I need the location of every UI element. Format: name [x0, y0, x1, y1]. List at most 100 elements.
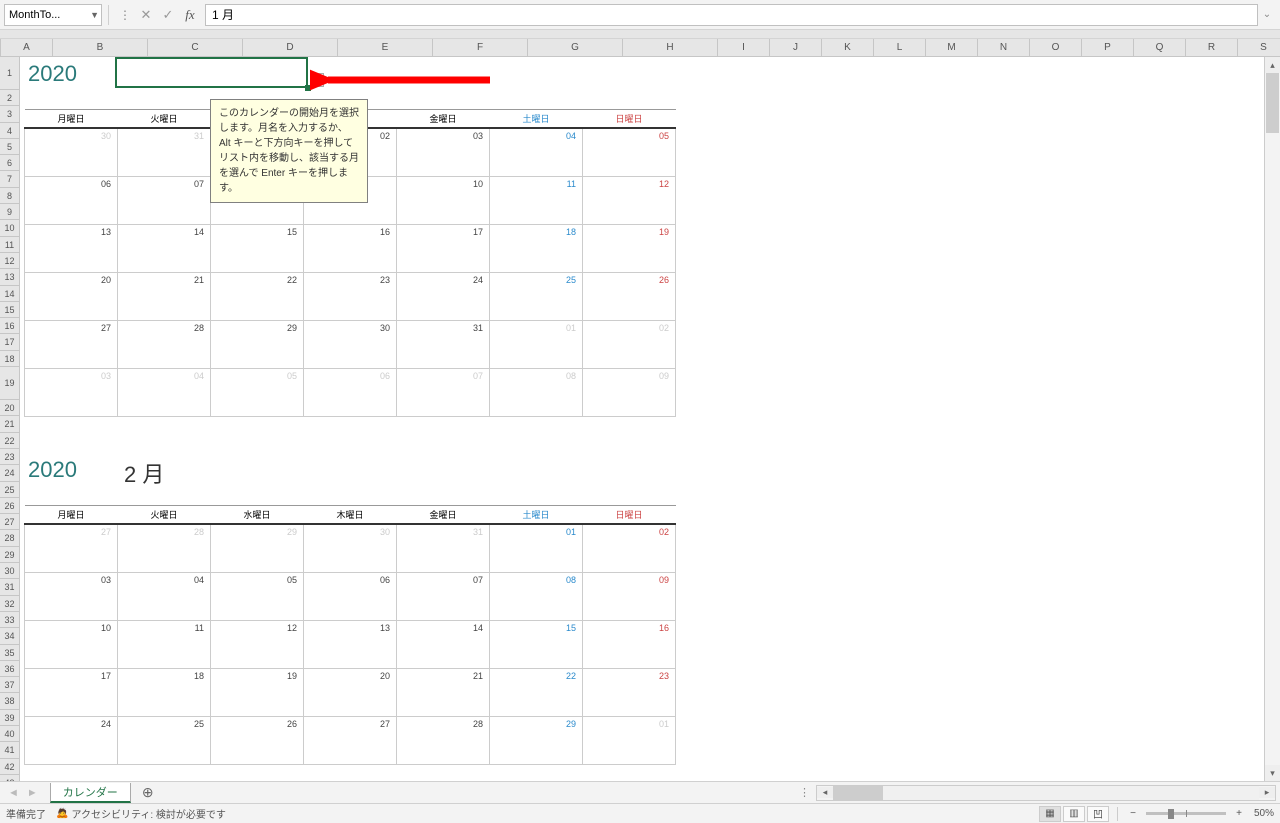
- calendar-day-cell[interactable]: 25: [118, 716, 211, 764]
- tabs-menu-icon[interactable]: ⋮: [793, 786, 816, 799]
- calendar-day-cell[interactable]: 07: [118, 176, 211, 224]
- calendar-day-cell[interactable]: 30: [304, 524, 397, 572]
- sheet-tab-active[interactable]: カレンダー: [50, 783, 131, 803]
- calendar-day-cell[interactable]: 10: [397, 176, 490, 224]
- row-header-22[interactable]: 22: [0, 433, 20, 449]
- row-header-34[interactable]: 34: [0, 628, 20, 644]
- row-header-40[interactable]: 40: [0, 726, 20, 742]
- view-page-layout-button[interactable]: ▥: [1063, 806, 1085, 822]
- row-header-25[interactable]: 25: [0, 482, 20, 498]
- calendar-day-cell[interactable]: 10: [25, 620, 118, 668]
- calendar-day-cell[interactable]: 24: [397, 272, 490, 320]
- calendar-day-cell[interactable]: 27: [304, 716, 397, 764]
- row-header-9[interactable]: 9: [0, 204, 20, 220]
- col-header-M[interactable]: M: [926, 39, 978, 56]
- calendar-day-cell[interactable]: 04: [118, 572, 211, 620]
- fx-icon[interactable]: fx: [179, 4, 201, 26]
- calendar-day-cell[interactable]: 17: [25, 668, 118, 716]
- calendar-day-cell[interactable]: 26: [211, 716, 304, 764]
- row-header-42[interactable]: 42: [0, 759, 20, 775]
- calendar-day-cell[interactable]: 16: [304, 224, 397, 272]
- row-header-16[interactable]: 16: [0, 318, 20, 334]
- row-header-39[interactable]: 39: [0, 710, 20, 726]
- col-header-C[interactable]: C: [148, 39, 243, 56]
- calendar-day-cell[interactable]: 24: [25, 716, 118, 764]
- calendar-day-cell[interactable]: 12: [211, 620, 304, 668]
- calendar-day-cell[interactable]: 28: [397, 716, 490, 764]
- calendar-day-cell[interactable]: 07: [397, 368, 490, 416]
- row-header-7[interactable]: 7: [0, 171, 20, 187]
- row-header-30[interactable]: 30: [0, 563, 20, 579]
- row-header-31[interactable]: 31: [0, 579, 20, 595]
- calendar-day-cell[interactable]: 17: [397, 224, 490, 272]
- calendar-day-cell[interactable]: 03: [25, 368, 118, 416]
- calendar-day-cell[interactable]: 09: [583, 572, 676, 620]
- calendar-day-cell[interactable]: 30: [25, 128, 118, 176]
- calendar-day-cell[interactable]: 11: [490, 176, 583, 224]
- calendar-day-cell[interactable]: 31: [397, 320, 490, 368]
- calendar-day-cell[interactable]: 04: [118, 368, 211, 416]
- view-normal-button[interactable]: ▦: [1039, 806, 1061, 822]
- calendar-day-cell[interactable]: 18: [118, 668, 211, 716]
- tab-next-icon[interactable]: ►: [27, 787, 38, 799]
- calendar-day-cell[interactable]: 21: [118, 272, 211, 320]
- row-header-20[interactable]: 20: [0, 400, 20, 416]
- calendar-day-cell[interactable]: 03: [25, 572, 118, 620]
- col-header-K[interactable]: K: [822, 39, 874, 56]
- row-header-21[interactable]: 21: [0, 416, 20, 432]
- calendar-day-cell[interactable]: 05: [211, 572, 304, 620]
- row-header-10[interactable]: 10: [0, 220, 20, 236]
- row-header-41[interactable]: 41: [0, 742, 20, 758]
- calendar-day-cell[interactable]: 15: [490, 620, 583, 668]
- col-header-G[interactable]: G: [528, 39, 623, 56]
- select-all-button[interactable]: [0, 39, 1, 56]
- scroll-right-icon[interactable]: ▸: [1259, 787, 1275, 798]
- calendar-day-cell[interactable]: 02: [583, 320, 676, 368]
- calendar-day-cell[interactable]: 08: [490, 368, 583, 416]
- calendar-day-cell[interactable]: 27: [25, 524, 118, 572]
- add-sheet-button[interactable]: ⊕: [137, 782, 159, 804]
- vscroll-track[interactable]: [1265, 73, 1280, 765]
- calendar-day-cell[interactable]: 01: [583, 716, 676, 764]
- calendar-day-cell[interactable]: 15: [211, 224, 304, 272]
- calendar-day-cell[interactable]: 04: [490, 128, 583, 176]
- calendar-day-cell[interactable]: 20: [304, 668, 397, 716]
- horizontal-scrollbar[interactable]: ◂ ▸: [816, 785, 1276, 801]
- calendar-day-cell[interactable]: 05: [583, 128, 676, 176]
- row-header-37[interactable]: 37: [0, 677, 20, 693]
- scroll-up-icon[interactable]: ▴: [1265, 57, 1280, 73]
- formula-bar-menu-icon[interactable]: ⋮: [115, 8, 135, 22]
- row-header-38[interactable]: 38: [0, 693, 20, 709]
- cancel-edit-icon[interactable]: ✕: [135, 4, 157, 26]
- accessibility-status[interactable]: 🙇 アクセシビリティ: 検討が必要です: [56, 806, 226, 821]
- calendar-day-cell[interactable]: 09: [583, 368, 676, 416]
- row-header-26[interactable]: 26: [0, 498, 20, 514]
- calendar-day-cell[interactable]: 27: [25, 320, 118, 368]
- col-header-P[interactable]: P: [1082, 39, 1134, 56]
- row-header-23[interactable]: 23: [0, 449, 20, 465]
- expand-formula-bar-icon[interactable]: ⌄: [1258, 9, 1276, 20]
- zoom-out-button[interactable]: −: [1126, 808, 1140, 819]
- calendar-day-cell[interactable]: 31: [118, 128, 211, 176]
- row-header-14[interactable]: 14: [0, 286, 20, 302]
- calendar-day-cell[interactable]: 14: [118, 224, 211, 272]
- calendar-day-cell[interactable]: 13: [25, 224, 118, 272]
- col-header-D[interactable]: D: [243, 39, 338, 56]
- calendar-day-cell[interactable]: 31: [397, 524, 490, 572]
- row-header-36[interactable]: 36: [0, 661, 20, 677]
- col-header-L[interactable]: L: [874, 39, 926, 56]
- selected-cell[interactable]: [115, 57, 308, 88]
- zoom-percent[interactable]: 50%: [1254, 808, 1274, 819]
- calendar-day-cell[interactable]: 02: [583, 524, 676, 572]
- fill-handle[interactable]: [305, 85, 311, 91]
- col-header-B[interactable]: B: [53, 39, 148, 56]
- tab-prev-icon[interactable]: ◄: [8, 787, 19, 799]
- col-header-I[interactable]: I: [718, 39, 770, 56]
- dropdown-arrow-icon[interactable]: ▾: [310, 73, 324, 87]
- row-header-5[interactable]: 5: [0, 139, 20, 155]
- zoom-slider[interactable]: [1146, 812, 1226, 815]
- calendar-day-cell[interactable]: 06: [25, 176, 118, 224]
- row-header-2[interactable]: 2: [0, 90, 20, 106]
- row-header-3[interactable]: 3: [0, 106, 20, 122]
- row-header-35[interactable]: 35: [0, 645, 20, 661]
